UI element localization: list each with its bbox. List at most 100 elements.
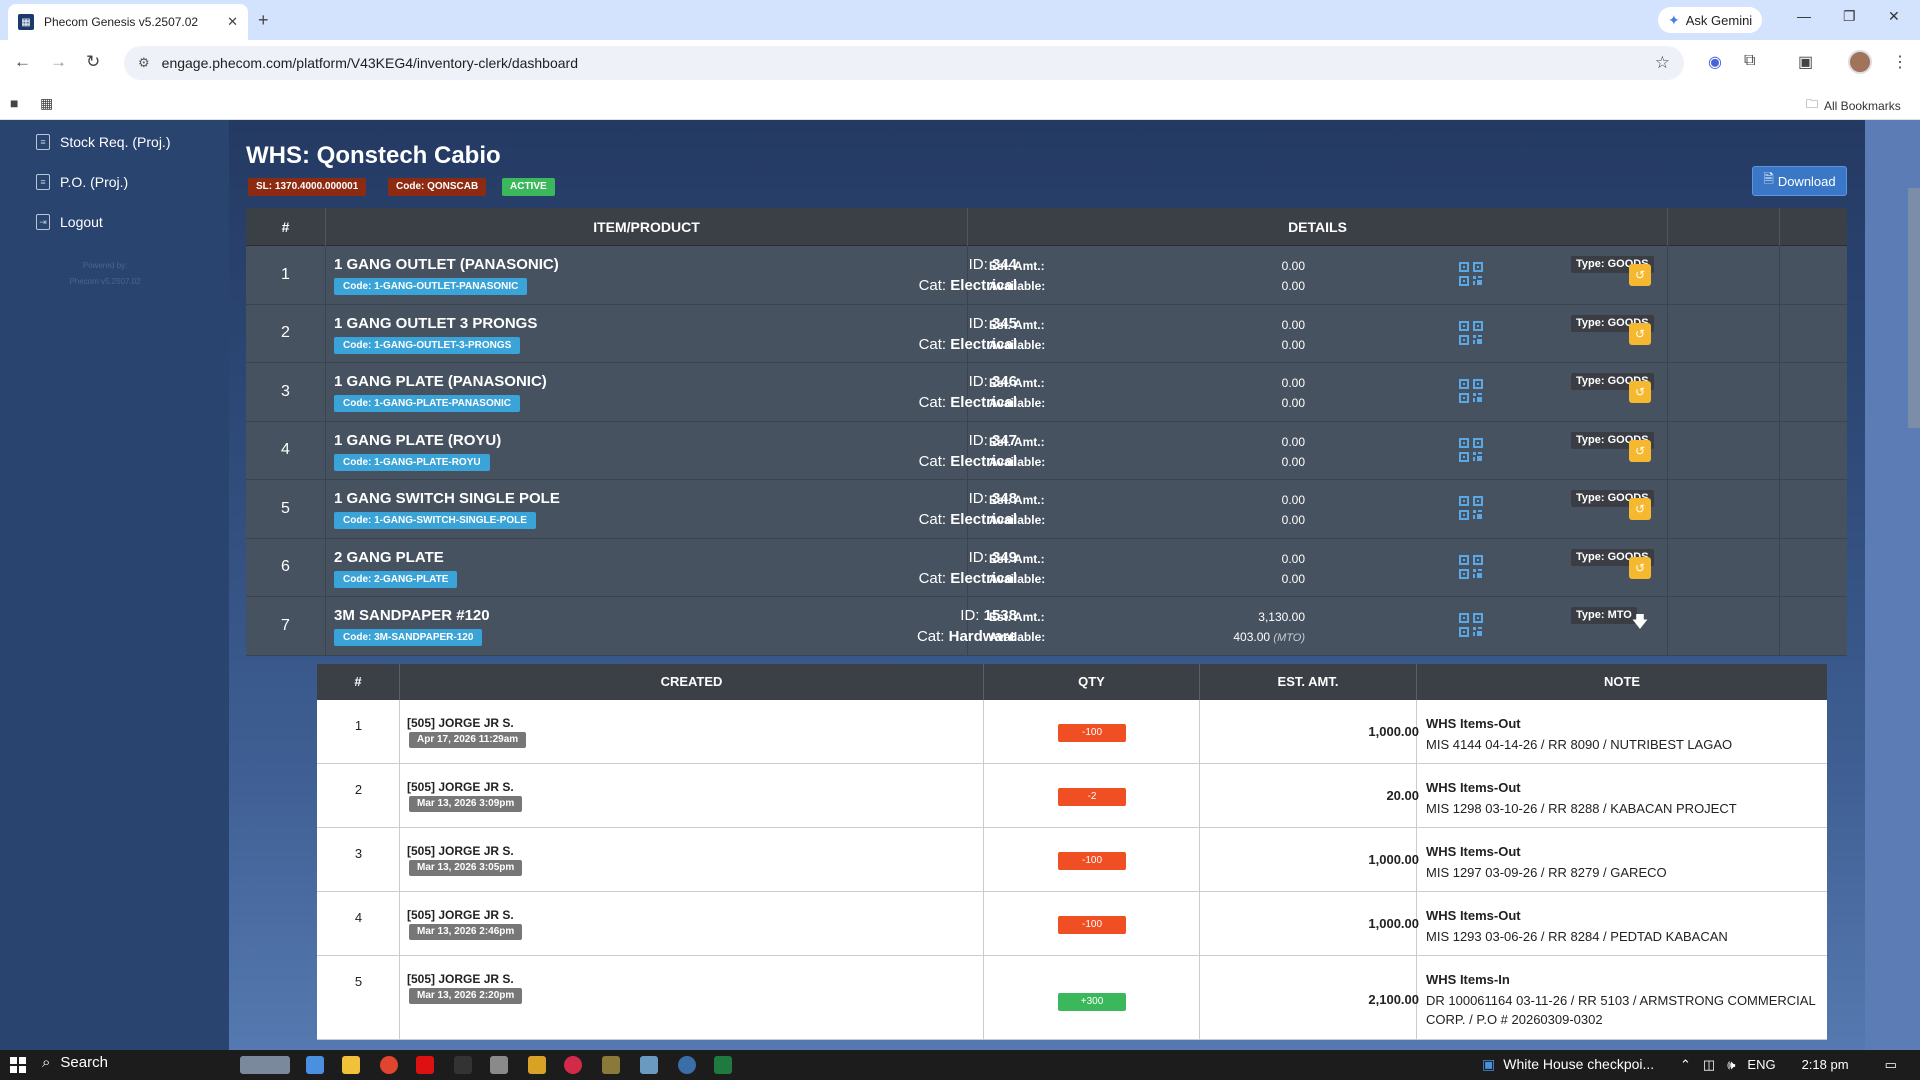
menu-kebab-icon[interactable]: ⋮	[1892, 52, 1908, 72]
bookmark-star-icon[interactable]: ☆	[1655, 53, 1670, 73]
calculator-icon[interactable]	[490, 1056, 508, 1074]
available-label: Available:	[989, 571, 1046, 586]
inventory-row[interactable]: 4 1 GANG PLATE (ROYU) Code: 1-GANG-PLATE…	[246, 421, 1847, 480]
tab-search-icon[interactable]: ■	[10, 95, 18, 111]
ledger-est-amt: 1,000.00	[1368, 916, 1419, 931]
system-tray[interactable]: ⌃ ◫ 🕪 ENG 2:18 pm ▭	[1680, 1057, 1897, 1073]
back-icon[interactable]: ←	[14, 52, 31, 72]
notifications-icon[interactable]: ▭	[1885, 1057, 1897, 1073]
qr-code-icon[interactable]	[1459, 437, 1483, 462]
history-button[interactable]: ↺	[1629, 322, 1651, 345]
close-tab-icon[interactable]: ✕	[227, 14, 238, 30]
download-button[interactable]: 🗎 Download	[1752, 166, 1847, 196]
item-name[interactable]: 1 GANG PLATE (PANASONIC)	[334, 373, 547, 390]
qr-code-icon[interactable]	[1459, 320, 1483, 345]
volume-icon[interactable]: 🕪	[1727, 1057, 1735, 1073]
app-icon[interactable]	[528, 1056, 546, 1074]
item-name[interactable]: 1 GANG OUTLET (PANASONIC)	[334, 256, 559, 273]
column-header: NOTE	[1603, 674, 1641, 689]
site-info-icon[interactable]: ⚙	[138, 55, 150, 71]
news-text: White House checkpoi...	[1503, 1056, 1655, 1072]
item-name[interactable]: 2 GANG PLATE	[334, 549, 444, 566]
file-explorer-icon[interactable]	[342, 1056, 360, 1074]
qr-code-icon[interactable]	[1459, 262, 1483, 286]
note-title: WHS Items-Out	[1426, 908, 1521, 923]
excel-icon[interactable]	[714, 1056, 732, 1074]
sidebar-item-po[interactable]: ≡ P.O. (Proj.)	[36, 174, 128, 190]
chevron-up-icon[interactable]: ⌃	[1680, 1057, 1691, 1073]
inventory-row[interactable]: 1 1 GANG OUTLET (PANASONIC) Code: 1-GANG…	[246, 246, 1847, 305]
item-name[interactable]: 1 GANG SWITCH SINGLE POLE	[334, 490, 560, 507]
cat-label: Cat:	[918, 511, 947, 528]
history-button[interactable]: ↺	[1629, 556, 1651, 579]
reload-icon[interactable]: ↻	[86, 52, 100, 72]
forward-icon[interactable]: →	[50, 52, 67, 72]
ledger-row[interactable]: 2 [505] JORGE JR S. Mar 13, 2026 3:09pm …	[317, 764, 1827, 828]
inventory-row[interactable]: 2 1 GANG OUTLET 3 PRONGS Code: 1-GANG-OU…	[246, 304, 1847, 363]
ledger-row[interactable]: 4 [505] JORGE JR S. Mar 13, 2026 2:46pm …	[317, 892, 1827, 956]
ledger-row[interactable]: 3 [505] JORGE JR S. Mar 13, 2026 3:05pm …	[317, 828, 1827, 892]
network-icon[interactable]: ◫	[1703, 1057, 1715, 1073]
extension-icon[interactable]: ◉	[1708, 52, 1722, 72]
qr-cell	[1668, 480, 1780, 538]
app-icon[interactable]	[564, 1056, 582, 1074]
minimize-icon[interactable]: —	[1797, 8, 1811, 24]
logout-icon: ⇥	[36, 214, 50, 230]
details-cell	[968, 246, 1668, 304]
ledger-row-number: 3	[354, 846, 363, 861]
app-icon[interactable]	[454, 1056, 472, 1074]
qr-code-icon[interactable]	[1459, 496, 1483, 520]
history-button[interactable]: ↺	[1629, 381, 1651, 403]
ledger-row[interactable]: 5 [505] JORGE JR S. Mar 13, 2026 2:20pm …	[317, 956, 1827, 1040]
column-header: ITEM/PRODUCT	[326, 208, 968, 246]
inventory-row[interactable]: 5 1 GANG SWITCH SINGLE POLE Code: 1-GANG…	[246, 480, 1847, 539]
history-button[interactable]: ↺	[1629, 439, 1651, 462]
windows-start-icon[interactable]	[10, 1057, 26, 1073]
ledger-row[interactable]: 1 [505] JORGE JR S. Apr 17, 2026 11:29am…	[317, 700, 1827, 764]
item-name[interactable]: 1 GANG PLATE (ROYU)	[334, 432, 501, 449]
chrome-active-icon[interactable]	[678, 1056, 696, 1074]
extensions-puzzle-icon[interactable]: ⧉	[1744, 52, 1755, 70]
widgets-icon[interactable]	[240, 1056, 290, 1074]
restore-icon[interactable]: ❐	[1843, 8, 1856, 25]
collapse-arrow-icon[interactable]: 🡇	[1629, 613, 1651, 635]
qr-code-icon[interactable]	[1459, 379, 1483, 403]
inventory-row[interactable]: 3 1 GANG PLATE (PANASONIC) Code: 1-GANG-…	[246, 363, 1847, 422]
qr-code-icon[interactable]	[1459, 613, 1483, 637]
qr-code-icon[interactable]	[1459, 554, 1483, 579]
history-button[interactable]: ↺	[1629, 498, 1651, 520]
inventory-row[interactable]: 6 2 GANG PLATE Code: 2-GANG-PLATE ID: 34…	[246, 538, 1847, 597]
close-window-icon[interactable]: ✕	[1888, 8, 1900, 25]
row-number: 1	[246, 246, 326, 304]
new-tab-button[interactable]: +	[258, 10, 269, 31]
all-bookmarks-button[interactable]: 🗀 All Bookmarks	[1806, 95, 1901, 116]
profile-avatar[interactable]	[1848, 50, 1872, 74]
chrome-icon[interactable]	[380, 1056, 398, 1074]
sidebar-item-stock-req[interactable]: ≡ Stock Req. (Proj.)	[36, 134, 170, 150]
est-amt-label: Est. Amt.:	[989, 317, 1045, 332]
app-icon[interactable]	[602, 1056, 620, 1074]
history-button[interactable]: ↺	[1629, 264, 1651, 286]
inventory-row[interactable]: 7 3M SANDPAPER #120 Code: 3M-SANDPAPER-1…	[246, 597, 1847, 656]
available-amount: 403.00	[1233, 630, 1271, 644]
item-name[interactable]: 3M SANDPAPER #120	[334, 607, 490, 624]
side-panel-icon[interactable]: ▣	[1798, 52, 1813, 72]
sidebar-item-logout[interactable]: ⇥ Logout	[36, 214, 103, 230]
item-name[interactable]: 1 GANG OUTLET 3 PRONGS	[334, 315, 537, 332]
code-badge: Code: QONSCAB	[388, 178, 487, 196]
copilot-icon[interactable]	[306, 1056, 324, 1074]
news-widget[interactable]: ▣ White House checkpoi...	[1482, 1056, 1654, 1073]
app-icon[interactable]	[640, 1056, 658, 1074]
youtube-icon[interactable]	[416, 1056, 434, 1074]
browser-tab[interactable]: ▦ Phecom Genesis v5.2507.02 ✕	[8, 4, 248, 40]
address-bar[interactable]: ⚙ engage.phecom.com/platform/V43KEG4/inv…	[124, 46, 1684, 80]
item-code-badge: Code: 1-GANG-PLATE-ROYU	[334, 453, 490, 471]
ask-gemini-button[interactable]: ✦ Ask Gemini	[1658, 7, 1763, 33]
language-label[interactable]: ENG	[1747, 1057, 1775, 1073]
taskbar-search[interactable]: ⌕ Search	[42, 1054, 108, 1071]
apps-grid-icon[interactable]: ▦	[40, 95, 53, 112]
scrollbar-thumb[interactable]	[1908, 188, 1920, 428]
clock[interactable]: 2:18 pm	[1802, 1057, 1849, 1073]
details-cell	[968, 538, 1668, 596]
est-amt-label: Est. Amt.:	[989, 493, 1045, 507]
